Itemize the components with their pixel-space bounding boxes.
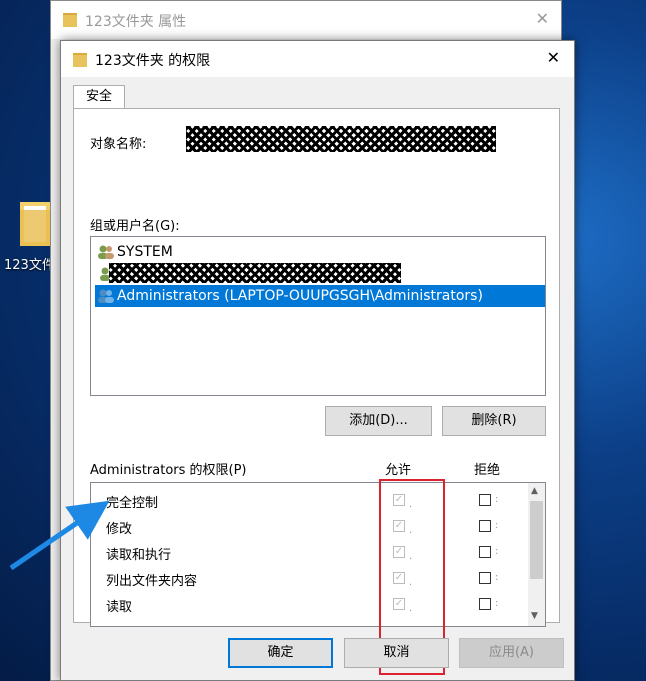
list-item-selected[interactable]: Administrators (LAPTOP-OUUPGSGH\Administ… xyxy=(95,285,545,307)
group-label: 组或用户名(G): xyxy=(90,219,180,234)
user-name: SYSTEM xyxy=(117,244,173,260)
allow-column-header: 允许 xyxy=(385,463,412,478)
user-list[interactable]: SYSTEM Administrators (LAPTOP-OUUPGSGH\A… xyxy=(90,236,546,396)
deny-checkbox[interactable] xyxy=(479,546,491,558)
permissions-list: 完全控制 ✓ . : 修改 ✓ . : 读取和执行 ✓ . : 列出文件夹内容 … xyxy=(90,482,546,627)
security-panel: 对象名称: 组或用户名(G): SYSTEM Administrators (L… xyxy=(73,108,560,675)
object-name-label: 对象名称: xyxy=(90,137,147,152)
deny-checkbox[interactable] xyxy=(479,572,491,584)
scroll-up-icon[interactable]: ▲ xyxy=(531,486,538,496)
folder-icon xyxy=(73,53,87,67)
list-item[interactable] xyxy=(95,263,535,285)
dialog-titlebar: 123文件夹 的权限 ✕ xyxy=(61,41,574,77)
ok-button[interactable]: 确定 xyxy=(228,638,333,668)
users-icon xyxy=(98,245,114,259)
permission-row: 完全控制 ✓ . : xyxy=(91,487,526,513)
add-button[interactable]: 添加(D)... xyxy=(325,406,432,436)
desktop-folder-label: 123文件 xyxy=(4,258,55,273)
dot: : xyxy=(495,598,499,609)
dot: : xyxy=(495,546,499,557)
folder-icon xyxy=(20,202,52,246)
dot: : xyxy=(495,520,499,531)
permission-row: 读取和执行 ✓ . : xyxy=(91,539,526,565)
close-icon[interactable]: ✕ xyxy=(547,48,560,67)
redacted-user-name xyxy=(109,263,401,283)
permissions-scrollbar[interactable]: ▲ ▼ xyxy=(528,483,545,626)
permission-row: 列出文件夹内容 ✓ . : xyxy=(91,565,526,591)
permission-row: 读取 ✓ . : xyxy=(91,591,526,617)
apply-button[interactable]: 应用(A) xyxy=(459,638,564,668)
annotation-arrow-icon xyxy=(9,500,110,571)
properties-titlebar: 123文件夹 属性 ✕ xyxy=(51,1,561,39)
permission-name: 读取 xyxy=(106,600,133,615)
dialog-title: 123文件夹 的权限 xyxy=(95,53,211,69)
scroll-down-icon[interactable]: ▼ xyxy=(531,611,538,621)
properties-title: 123文件夹 属性 xyxy=(85,14,187,30)
user-name: Administrators (LAPTOP-OUUPGSGH\Administ… xyxy=(117,288,483,304)
permissions-dialog: 123文件夹 的权限 ✕ 安全 对象名称: 组或用户名(G): SYSTEM A… xyxy=(9,40,575,681)
users-icon xyxy=(98,289,114,303)
dot: : xyxy=(495,494,499,505)
redacted-object-name xyxy=(186,126,496,152)
list-item[interactable]: SYSTEM xyxy=(95,241,535,263)
cancel-button[interactable]: 取消 xyxy=(344,638,449,668)
deny-checkbox[interactable] xyxy=(479,494,491,506)
folder-icon xyxy=(63,13,77,27)
deny-column-header: 拒绝 xyxy=(474,463,501,478)
dot: : xyxy=(495,572,499,583)
close-icon[interactable]: ✕ xyxy=(536,9,549,28)
permissions-title: Administrators 的权限(P) xyxy=(90,463,247,478)
permission-row: 修改 ✓ . : xyxy=(91,513,526,539)
remove-button[interactable]: 删除(R) xyxy=(442,406,546,436)
deny-checkbox[interactable] xyxy=(479,598,491,610)
scroll-thumb[interactable] xyxy=(530,501,543,579)
tab-security[interactable]: 安全 xyxy=(73,85,125,109)
deny-checkbox[interactable] xyxy=(479,520,491,532)
